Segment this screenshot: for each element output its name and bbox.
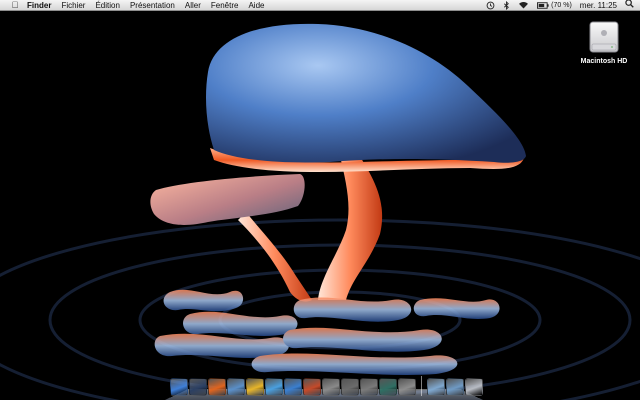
photo-booth-icon[interactable] — [303, 378, 321, 396]
automator-icon[interactable] — [360, 378, 378, 396]
large-mushroom-stem — [318, 150, 383, 300]
battery-percentage: (70 %) — [551, 1, 572, 9]
user-icon[interactable] — [265, 378, 283, 396]
script-editor-icon[interactable] — [341, 378, 359, 396]
menu-edition[interactable]: Édition — [90, 0, 124, 11]
system-preferences-icon[interactable] — [398, 378, 416, 396]
bluetooth-icon[interactable] — [499, 0, 514, 11]
time-machine-icon[interactable] — [379, 378, 397, 396]
hard-drive-icon[interactable] — [586, 18, 622, 56]
menu-fenetre[interactable]: Fenêtre — [206, 0, 244, 11]
small-mushroom-cap — [150, 174, 305, 225]
wifi-icon[interactable] — [514, 0, 533, 11]
firefox-icon[interactable] — [208, 378, 226, 396]
spotlight-icon[interactable] — [623, 0, 640, 11]
small-mushroom-stem — [238, 212, 312, 302]
dock-items — [170, 376, 484, 396]
menu-clock[interactable]: mer. 11:25 — [576, 0, 623, 11]
menu-aide[interactable]: Aide — [243, 0, 269, 11]
dock — [165, 374, 483, 400]
downloads-folder-icon[interactable] — [427, 378, 445, 396]
documents-folder-icon[interactable] — [446, 378, 464, 396]
dashboard-icon[interactable] — [189, 378, 207, 396]
trash-icon[interactable] — [465, 378, 483, 396]
dock-separator — [421, 376, 423, 396]
safari-icon[interactable] — [284, 378, 302, 396]
macintosh-hd-desktop-icon[interactable]: Macintosh HD — [574, 18, 634, 65]
menu-fichier[interactable]: Fichier — [56, 0, 90, 11]
preview-icon[interactable] — [227, 378, 245, 396]
menu-app-name[interactable]: Finder — [22, 0, 56, 11]
menu-extras: (70 %) mer. 11:25 — [482, 0, 640, 11]
time-machine-status-icon[interactable] — [482, 0, 499, 11]
apple-menu-icon[interactable]:  — [8, 0, 22, 11]
large-mushroom-cap — [206, 23, 526, 163]
menu-bar:  Finder Fichier Édition Présentation Al… — [0, 0, 640, 11]
desktop-wallpaper — [0, 12, 640, 400]
macintosh-hd-label: Macintosh HD — [580, 58, 628, 65]
menu-aller[interactable]: Aller — [180, 0, 206, 11]
menu-presentation[interactable]: Présentation — [125, 0, 180, 11]
ichat-icon[interactable] — [246, 378, 264, 396]
preview-image-icon[interactable] — [322, 378, 340, 396]
finder-icon[interactable] — [170, 378, 188, 396]
battery-icon[interactable]: (70 %) — [533, 0, 576, 11]
